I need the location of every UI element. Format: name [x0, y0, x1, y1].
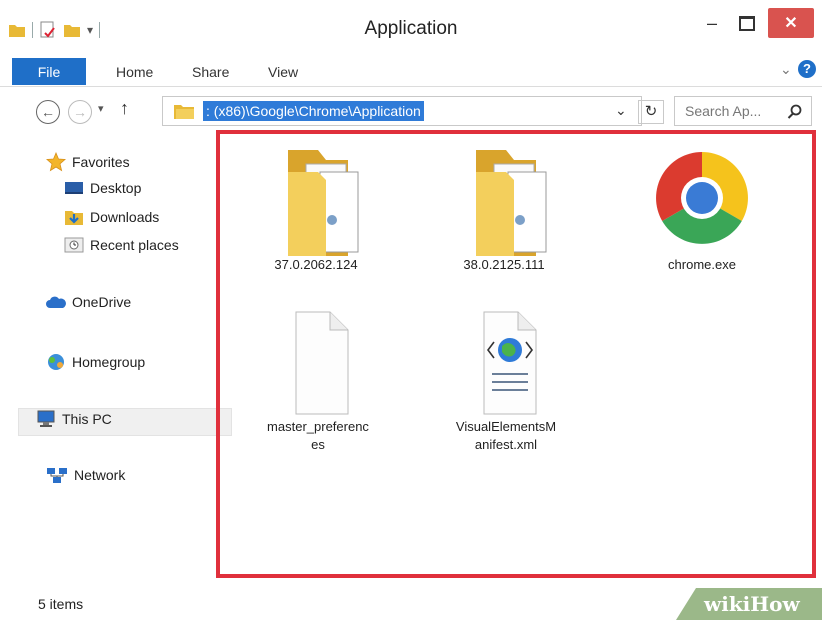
- sidebar-item-recent-places[interactable]: Recent places: [64, 236, 179, 254]
- downloads-icon: [65, 211, 83, 225]
- sidebar-item-label: This PC: [62, 411, 112, 427]
- recent-locations-icon[interactable]: ▾: [98, 102, 104, 115]
- sidebar-item-network[interactable]: Network: [46, 466, 125, 484]
- sidebar-item-homegroup[interactable]: Homegroup: [46, 352, 145, 372]
- tab-file[interactable]: File: [12, 58, 86, 85]
- tab-share[interactable]: Share: [192, 64, 229, 80]
- expand-ribbon-icon[interactable]: ⌄: [780, 61, 792, 78]
- sidebar-item-desktop[interactable]: Desktop: [64, 180, 141, 196]
- sidebar-item-label: Desktop: [90, 180, 142, 196]
- search-icon: [787, 104, 802, 119]
- item-count: 5 items: [38, 596, 84, 612]
- sidebar-item-onedrive[interactable]: OneDrive: [46, 294, 131, 310]
- sidebar-item-favorites[interactable]: Favorites: [46, 152, 130, 172]
- wikihow-watermark: wikiHow: [676, 588, 822, 620]
- highlight-box: [216, 130, 816, 578]
- navigation-pane: Favorites Desktop Downloads Recent place…: [0, 138, 232, 588]
- forward-button[interactable]: →: [68, 100, 92, 124]
- sidebar-item-this-pc[interactable]: This PC: [34, 410, 112, 428]
- onedrive-icon: [46, 296, 66, 308]
- address-path[interactable]: : (x86)\Google\Chrome\Application: [203, 101, 424, 121]
- sidebar-item-label: Favorites: [72, 154, 130, 170]
- star-icon: [46, 152, 66, 172]
- refresh-button[interactable]: ↻: [638, 100, 664, 124]
- minimize-icon: –: [706, 12, 717, 33]
- close-icon: ✕: [784, 15, 798, 32]
- maximize-button[interactable]: [730, 8, 764, 38]
- address-bar[interactable]: : (x86)\Google\Chrome\Application ⌄: [162, 96, 642, 126]
- search-input[interactable]: Search Ap...: [674, 96, 812, 126]
- computer-icon: [37, 410, 55, 427]
- back-button[interactable]: ←: [36, 100, 60, 124]
- address-dropdown-icon[interactable]: ⌄: [615, 102, 627, 119]
- address-row: ← → ▾ ↑ : (x86)\Google\Chrome\Applicatio…: [0, 88, 822, 134]
- title-bar: ▾ Application – ✕: [0, 0, 822, 56]
- back-arrow-icon: ←: [41, 104, 55, 120]
- desktop-icon: [65, 182, 83, 194]
- sidebar-item-label: Downloads: [90, 209, 160, 225]
- maximize-icon: [739, 15, 755, 31]
- sidebar-item-downloads[interactable]: Downloads: [64, 208, 159, 226]
- minimize-button[interactable]: –: [694, 8, 730, 38]
- refresh-icon: ↻: [644, 103, 658, 120]
- sidebar-item-label: Homegroup: [72, 354, 146, 370]
- homegroup-icon: [48, 354, 64, 370]
- sidebar-item-label: OneDrive: [72, 294, 132, 310]
- sidebar-item-label: Network: [74, 467, 126, 483]
- tab-view[interactable]: View: [268, 64, 298, 80]
- recent-places-icon: [64, 237, 84, 253]
- forward-arrow-icon: →: [73, 104, 87, 120]
- sidebar-item-label: Recent places: [90, 237, 179, 253]
- tab-home[interactable]: Home: [116, 64, 153, 80]
- help-icon[interactable]: ?: [798, 60, 816, 78]
- search-placeholder: Search Ap...: [685, 103, 762, 119]
- folder-icon: [174, 105, 194, 119]
- close-button[interactable]: ✕: [768, 8, 814, 38]
- network-icon: [47, 468, 67, 483]
- ribbon: File Home Share View ⌄ ?: [0, 56, 822, 87]
- up-arrow-icon[interactable]: ↑: [120, 98, 129, 119]
- status-bar: 5 items wikiHow: [0, 588, 822, 620]
